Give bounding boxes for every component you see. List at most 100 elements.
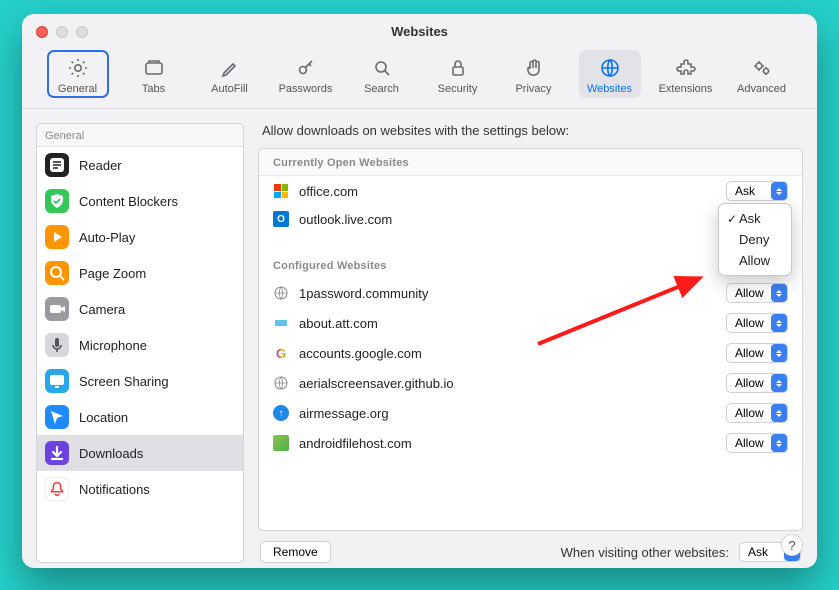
camera-icon (45, 297, 69, 321)
zoom-icon (76, 26, 88, 38)
website-row[interactable]: Gaccounts.google.com Allow (259, 338, 802, 368)
toolbar-general[interactable]: General (47, 50, 109, 98)
sidebar-item-label: Notifications (79, 482, 150, 497)
sidebar-item-screenSharing[interactable]: Screen Sharing (37, 363, 243, 399)
permission-select[interactable]: Allow (726, 373, 788, 393)
permission-select[interactable]: Ask (726, 181, 788, 201)
toolbar-passwords[interactable]: Passwords (275, 50, 337, 98)
sidebar-header: General (37, 124, 243, 147)
sidebar: General Reader Content BlockersAuto-Play P… (36, 123, 244, 563)
website-name: accounts.google.com (299, 346, 716, 361)
toolbar-label: Passwords (279, 83, 333, 95)
sidebar-item-label: Location (79, 410, 128, 425)
bell-icon (45, 477, 69, 501)
permission-select[interactable]: Allow (726, 433, 788, 453)
toolbar-privacy[interactable]: Privacy (503, 50, 565, 98)
zoom-icon (45, 261, 69, 285)
dropdown-option-ask[interactable]: ✓Ask (719, 208, 791, 229)
sidebar-item-notifications[interactable]: Notifications (37, 471, 243, 507)
toolbar-autofill[interactable]: AutoFill (199, 50, 261, 98)
websites-list: Currently Open Websites office.comAskOou… (258, 148, 803, 531)
website-name: 1password.community (299, 286, 716, 301)
sidebar-item-reader[interactable]: Reader (37, 147, 243, 183)
website-row[interactable]: androidfilehost.com Allow (259, 428, 802, 458)
toolbar-extensions[interactable]: Extensions (655, 50, 717, 98)
loc-icon (45, 405, 69, 429)
remove-button[interactable]: Remove (260, 541, 331, 563)
website-name: androidfilehost.com (299, 436, 716, 451)
sidebar-item-label: Microphone (79, 338, 147, 353)
minimize-icon (56, 26, 68, 38)
sidebar-item-label: Page Zoom (79, 266, 146, 281)
sidebar-item-camera[interactable]: Camera (37, 291, 243, 327)
chevron-updown-icon (771, 182, 787, 200)
permission-select[interactable]: Allow (726, 283, 788, 303)
toolbar-tabs[interactable]: Tabs (123, 50, 185, 98)
website-row[interactable]: ↑airmessage.orgAllow (259, 398, 802, 428)
sidebar-item-microphone[interactable]: Microphone (37, 327, 243, 363)
sidebar-item-pageZoom[interactable]: Page Zoom (37, 255, 243, 291)
main-heading: Allow downloads on websites with the set… (258, 123, 803, 148)
help-button[interactable]: ? (781, 534, 803, 556)
tabs-icon (141, 55, 167, 81)
chevron-updown-icon (771, 284, 787, 302)
permission-select[interactable]: Allow (726, 313, 788, 333)
sidebar-item-label: Screen Sharing (79, 374, 169, 389)
content-area: General Reader Content BlockersAuto-Play P… (22, 109, 817, 563)
main-footer: Remove When visiting other websites: Ask (258, 531, 803, 563)
website-row[interactable]: aerialscreensaver.github.io Allow (259, 368, 802, 398)
toolbar-label: AutoFill (211, 83, 248, 95)
website-name: aerialscreensaver.github.io (299, 376, 716, 391)
chevron-updown-icon (771, 374, 787, 392)
chevron-updown-icon (771, 344, 787, 362)
toolbar-label: General (58, 83, 97, 95)
website-row[interactable]: office.com Ask (259, 176, 802, 206)
toolbar-advanced[interactable]: Advanced (731, 50, 793, 98)
favicon-airmsg: ↑ (273, 405, 289, 421)
footer-label: When visiting other websites: (561, 545, 729, 560)
toolbar-label: Advanced (737, 83, 786, 95)
shield-icon (45, 189, 69, 213)
toolbar-label: Search (364, 83, 399, 95)
chevron-updown-icon (771, 314, 787, 332)
favicon-att (273, 315, 289, 331)
permission-dropdown[interactable]: ✓Ask Deny Allow (718, 203, 792, 276)
down-icon (45, 441, 69, 465)
permission-select[interactable]: Allow (726, 403, 788, 423)
preferences-toolbar: General Tabs AutoFill Passwords Search (22, 42, 817, 109)
screen-icon (45, 369, 69, 393)
gears-icon (749, 55, 775, 81)
globe-icon (597, 55, 623, 81)
sidebar-item-autoPlay[interactable]: Auto-Play (37, 219, 243, 255)
dropdown-option-deny[interactable]: Deny (719, 229, 791, 250)
sidebar-item-label: Reader (79, 158, 122, 173)
sidebar-item-location[interactable]: Location (37, 399, 243, 435)
website-name: about.att.com (299, 316, 716, 331)
sidebar-item-contentBlockers[interactable]: Content Blockers (37, 183, 243, 219)
favicon-afh (273, 435, 289, 451)
hand-icon (521, 55, 547, 81)
window-title: Websites (22, 14, 817, 39)
toolbar-label: Extensions (659, 83, 713, 95)
favicon-outlook: O (273, 211, 289, 227)
toolbar-security[interactable]: Security (427, 50, 489, 98)
toolbar-label: Privacy (515, 83, 551, 95)
titlebar: Websites (22, 14, 817, 42)
permission-select[interactable]: Allow (726, 343, 788, 363)
chevron-updown-icon (771, 434, 787, 452)
toolbar-label: Security (438, 83, 478, 95)
toolbar-search[interactable]: Search (351, 50, 413, 98)
website-row[interactable]: about.att.com Allow (259, 308, 802, 338)
traffic-lights (36, 26, 88, 38)
favicon-google: G (273, 345, 289, 361)
favicon-globe (273, 285, 289, 301)
website-name: office.com (299, 184, 716, 199)
toolbar-websites[interactable]: Websites (579, 50, 641, 98)
puzzle-icon (673, 55, 699, 81)
website-row[interactable]: 1password.community Allow (259, 278, 802, 308)
close-icon[interactable] (36, 26, 48, 38)
dropdown-option-allow[interactable]: Allow (719, 250, 791, 271)
checkmark-icon: ✓ (725, 212, 739, 226)
sidebar-item-downloads[interactable]: Downloads (37, 435, 243, 471)
lock-icon (445, 55, 471, 81)
